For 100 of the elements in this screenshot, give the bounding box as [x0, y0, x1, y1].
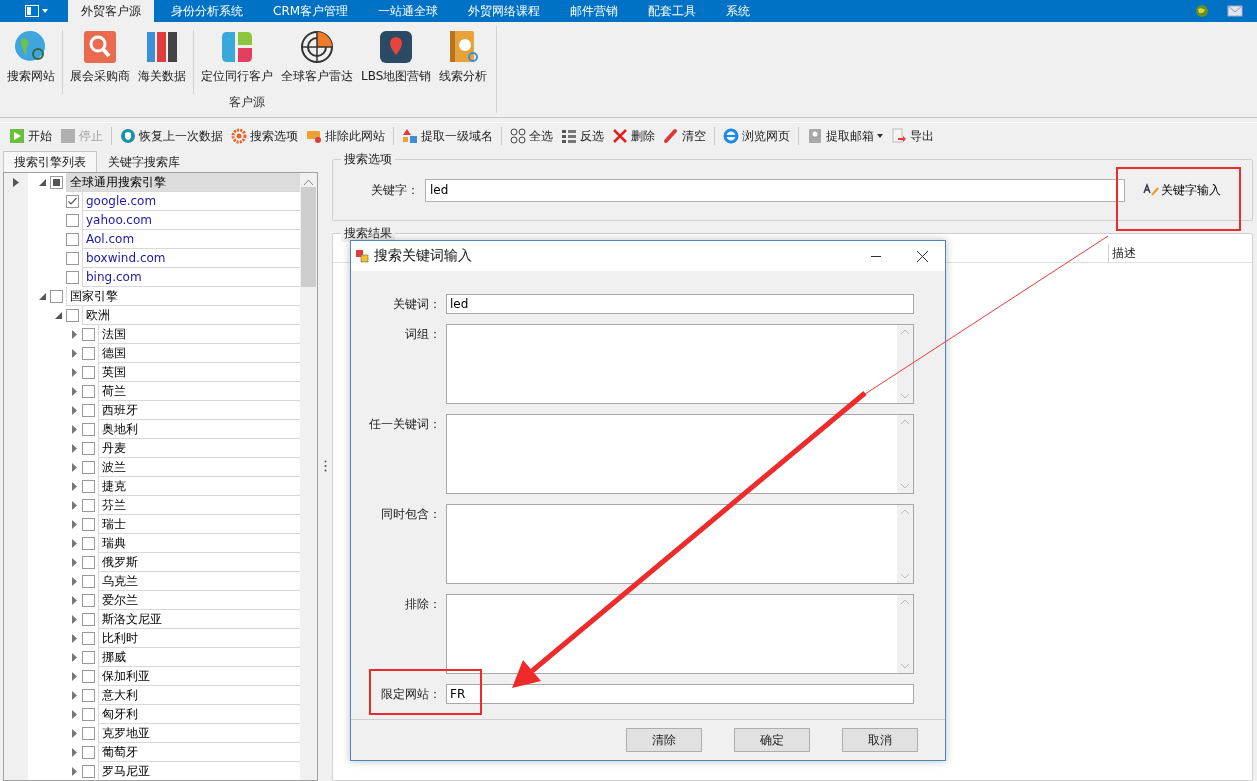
checkbox[interactable]: [82, 632, 95, 645]
collapsed-caret-icon[interactable]: [71, 615, 77, 624]
ribbon-tab[interactable]: 配套工具: [635, 0, 710, 22]
checkbox[interactable]: [66, 195, 79, 208]
globe-icon[interactable]: [1195, 4, 1209, 18]
ribbon-tab[interactable]: 邮件营销: [557, 0, 632, 22]
text-area[interactable]: [446, 594, 914, 674]
checkbox[interactable]: [50, 290, 63, 303]
tree-item[interactable]: 捷克: [98, 477, 300, 496]
checkbox[interactable]: [82, 746, 95, 759]
checkbox[interactable]: [82, 708, 95, 721]
checkbox[interactable]: [82, 404, 95, 417]
tree-item[interactable]: Aol.com: [82, 230, 300, 249]
collapsed-caret-icon[interactable]: [71, 520, 77, 529]
tree-item[interactable]: 芬兰: [98, 496, 300, 515]
tree-item[interactable]: google.com: [82, 192, 300, 211]
tree-item[interactable]: 西班牙: [98, 401, 300, 420]
checkbox[interactable]: [82, 442, 95, 455]
toolbar-button[interactable]: 浏览网页: [720, 125, 793, 147]
tree-item[interactable]: 荷兰: [98, 382, 300, 401]
toolbar-button[interactable]: 删除: [609, 125, 658, 147]
toolbar-button[interactable]: 提取一级域名: [399, 125, 496, 147]
collapsed-caret-icon[interactable]: [71, 653, 77, 662]
collapsed-caret-icon[interactable]: [71, 330, 77, 339]
toolbar-button[interactable]: 排除此网站: [303, 125, 388, 147]
tree-item[interactable]: 丹麦: [98, 439, 300, 458]
checkbox[interactable]: [82, 727, 95, 740]
checkbox[interactable]: [82, 461, 95, 474]
collapsed-caret-icon[interactable]: [71, 406, 77, 415]
panel-tab[interactable]: 关键字搜索库: [97, 151, 191, 172]
tree-item[interactable]: 英国: [98, 363, 300, 382]
checkbox[interactable]: [82, 385, 95, 398]
checkbox[interactable]: [82, 765, 95, 778]
tree-item[interactable]: 意大利: [98, 686, 300, 705]
toolbar-button[interactable]: 导出: [888, 125, 937, 147]
checkbox[interactable]: [82, 328, 95, 341]
tree-item[interactable]: 比利时: [98, 629, 300, 648]
toolbar-button[interactable]: 全选: [507, 125, 556, 147]
checkbox[interactable]: [82, 556, 95, 569]
checkbox[interactable]: [82, 670, 95, 683]
keyword-input-button[interactable]: 关键字输入: [1137, 180, 1227, 200]
dialog-button[interactable]: 取消: [842, 728, 918, 752]
collapsed-caret-icon[interactable]: [71, 444, 77, 453]
collapsed-caret-icon[interactable]: [71, 729, 77, 738]
checkbox[interactable]: [66, 233, 79, 246]
scroll-up-icon[interactable]: [304, 179, 313, 185]
collapsed-caret-icon[interactable]: [71, 691, 77, 700]
tree-item[interactable]: 全球通用搜索引擎: [66, 173, 300, 192]
tree-item[interactable]: 瑞士: [98, 515, 300, 534]
tree-item[interactable]: yahoo.com: [82, 211, 300, 230]
checkbox[interactable]: [82, 689, 95, 702]
expanded-caret-icon[interactable]: [38, 293, 46, 300]
text-area[interactable]: [446, 414, 914, 494]
expanded-caret-icon[interactable]: [54, 312, 62, 319]
scrollbar-thumb[interactable]: [301, 187, 316, 287]
toolbar-button[interactable]: 清空: [660, 125, 709, 147]
message-icon[interactable]: [1227, 4, 1243, 18]
collapsed-caret-icon[interactable]: [71, 596, 77, 605]
collapsed-caret-icon[interactable]: [71, 577, 77, 586]
collapsed-caret-icon[interactable]: [71, 634, 77, 643]
checkbox[interactable]: [50, 176, 63, 189]
collapsed-caret-icon[interactable]: [71, 748, 77, 757]
row-header[interactable]: [4, 173, 28, 192]
tree-item[interactable]: boxwind.com: [82, 249, 300, 268]
column-header[interactable]: 描述: [1108, 244, 1252, 262]
checkbox[interactable]: [66, 309, 79, 322]
tree-item[interactable]: 乌克兰: [98, 572, 300, 591]
checkbox[interactable]: [82, 613, 95, 626]
toolbar-button[interactable]: 搜索选项: [228, 125, 301, 147]
text-area[interactable]: [446, 504, 914, 584]
tree-item[interactable]: 欧洲: [82, 306, 300, 325]
collapsed-caret-icon[interactable]: [71, 501, 77, 510]
expanded-caret-icon[interactable]: [38, 179, 46, 186]
tree-item[interactable]: 斯洛文尼亚: [98, 610, 300, 629]
tree-item[interactable]: 法国: [98, 325, 300, 344]
collapsed-caret-icon[interactable]: [71, 463, 77, 472]
collapsed-caret-icon[interactable]: [71, 539, 77, 548]
collapsed-caret-icon[interactable]: [71, 368, 77, 377]
ribbon-tab[interactable]: 外贸网络课程: [455, 0, 554, 22]
panel-tab[interactable]: 搜索引擎列表: [3, 151, 97, 172]
tree-item[interactable]: 奥地利: [98, 420, 300, 439]
tree-item[interactable]: 克罗地亚: [98, 724, 300, 743]
checkbox[interactable]: [66, 271, 79, 284]
checkbox[interactable]: [82, 347, 95, 360]
ribbon-tab[interactable]: 身份分析系统: [158, 0, 256, 22]
ribbon-button[interactable]: 展会采购商: [67, 26, 133, 88]
toolbar-button[interactable]: 恢复上一次数据: [117, 125, 226, 147]
collapsed-caret-icon[interactable]: [71, 387, 77, 396]
ribbon-tab[interactable]: CRM客户管理: [260, 0, 362, 22]
dialog-button[interactable]: 清除: [626, 728, 702, 752]
toolbar-button[interactable]: 提取邮箱: [804, 125, 886, 147]
keyword-field[interactable]: led: [425, 178, 1125, 202]
checkbox[interactable]: [82, 423, 95, 436]
checkbox[interactable]: [82, 366, 95, 379]
dialog-button[interactable]: 确定: [734, 728, 810, 752]
ribbon-button[interactable]: 线索分析: [436, 26, 491, 88]
splitter-grip-icon[interactable]: [323, 460, 327, 472]
ribbon-button[interactable]: 海关数据: [135, 26, 189, 88]
tree-item[interactable]: 波兰: [98, 458, 300, 477]
text-area[interactable]: [446, 324, 914, 404]
